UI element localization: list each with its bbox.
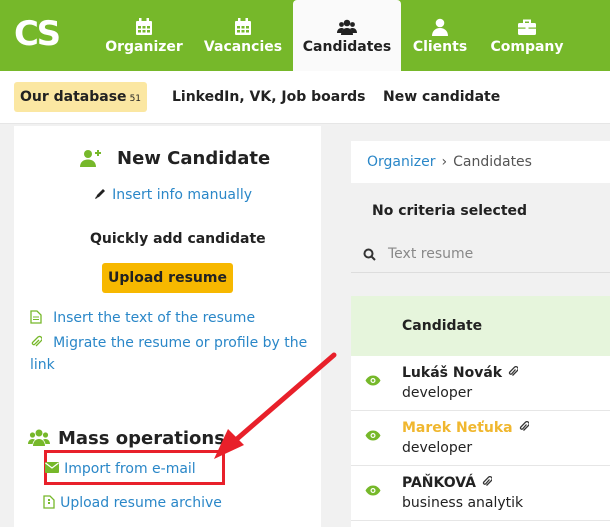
name-text: Marek Neťuka (402, 420, 513, 436)
candidate-role: business analytik (402, 495, 524, 511)
panel-title: New Candidate (117, 148, 271, 169)
table-header: Candidate (351, 296, 610, 356)
calendar-icon (136, 18, 152, 35)
tab-vacancies[interactable]: Vacancies (199, 0, 287, 71)
calendar-icon (235, 18, 251, 35)
subtab-job-boards[interactable]: LinkedIn, VK, Job boards (172, 82, 365, 112)
envelope-icon (45, 462, 59, 473)
candidate-name[interactable]: PAŇKOVÁ (402, 475, 492, 491)
breadcrumb-organizer[interactable]: Organizer (367, 154, 435, 170)
tab-label: Organizer (105, 39, 183, 55)
candidate-name[interactable]: Lukáš Novák (402, 365, 519, 381)
annotation-arrow (214, 352, 337, 459)
upload-resume-button[interactable]: Upload resume (102, 263, 233, 293)
search-input[interactable]: Text resume (388, 246, 473, 262)
sub-nav: Our database 51 LinkedIn, VK, Job boards … (0, 71, 610, 124)
document-icon (30, 310, 42, 324)
tab-label: Clients (412, 39, 468, 55)
tab-label: Company (490, 39, 564, 55)
users-icon (28, 429, 50, 446)
tab-candidates[interactable]: Candidates (293, 0, 401, 71)
table-row[interactable]: Marek Neťuka developer (351, 411, 610, 466)
import-email-link[interactable]: Import from e-mail (45, 458, 196, 477)
top-nav: CS Organizer Vacancies Candidates Client… (0, 0, 610, 71)
subtab-new-candidate[interactable]: New candidate (383, 82, 500, 112)
pencil-icon (95, 189, 105, 199)
tab-clients[interactable]: Clients (406, 0, 474, 71)
archive-file-icon (43, 495, 55, 509)
no-criteria-text: No criteria selected (372, 203, 528, 219)
eye-icon[interactable] (365, 485, 381, 496)
eye-icon[interactable] (365, 430, 381, 441)
breadcrumb: Organizer › Candidates (351, 141, 610, 183)
link-label: Insert the text of the resume (53, 310, 256, 326)
users-icon (337, 19, 357, 35)
quick-add-heading: Quickly add candidate (90, 231, 266, 247)
search-bar[interactable]: Text resume (351, 235, 610, 273)
link-label: Import from e-mail (64, 461, 196, 477)
chevron-right-icon: › (441, 154, 448, 170)
table-row[interactable]: Lukáš Novák developer (351, 356, 610, 411)
insert-text-link[interactable]: Insert the text of the resume (30, 307, 255, 326)
name-text: Lukáš Novák (402, 365, 503, 381)
tab-company[interactable]: Company (486, 0, 568, 71)
paperclip-icon (508, 366, 519, 376)
candidate-role: developer (402, 440, 473, 456)
breadcrumb-current: Candidates (453, 154, 532, 170)
eye-icon[interactable] (365, 375, 381, 386)
paperclip-icon (31, 335, 43, 347)
paperclip-icon (519, 421, 529, 431)
tab-label: Candidates (302, 39, 392, 55)
table-row[interactable]: PAŇKOVÁ business analytik (351, 466, 610, 521)
add-user-icon (80, 150, 101, 167)
upload-archive-link[interactable]: Upload resume archive (43, 492, 222, 511)
candidate-role: developer (402, 385, 473, 401)
subtab-label: Our database (20, 89, 127, 105)
name-text: PAŇKOVÁ (402, 475, 476, 491)
candidate-name[interactable]: Marek Neťuka (402, 420, 529, 436)
link-label: Upload resume archive (60, 495, 222, 511)
insert-manual-link[interactable]: Insert info manually (94, 184, 252, 203)
logo[interactable]: CS (14, 15, 66, 53)
subtab-our-database[interactable]: Our database 51 (14, 82, 148, 112)
tab-label: Vacancies (203, 39, 283, 55)
count-badge: 51 (129, 94, 142, 104)
migrate-link-continued[interactable]: link (30, 357, 55, 373)
candidates-table: Candidate Lukáš Novák developer Marek Ne… (351, 296, 610, 527)
tab-organizer[interactable]: Organizer (99, 0, 189, 71)
column-header-candidate: Candidate (402, 318, 483, 334)
briefcase-icon (518, 19, 536, 35)
paperclip-icon (482, 476, 492, 486)
search-icon (363, 248, 376, 261)
link-label: Insert info manually (112, 187, 253, 203)
user-icon (432, 18, 448, 36)
